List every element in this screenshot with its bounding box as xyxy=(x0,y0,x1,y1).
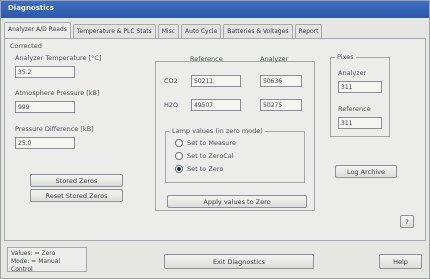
row2-label: H2O xyxy=(164,101,179,109)
bottom-bar: Values: = Zero Mode: = Manual Control Ex… xyxy=(4,244,426,277)
exit-diagnostics-button[interactable]: Exit Diagnostics xyxy=(164,254,314,269)
reference-column-header: Reference xyxy=(190,55,223,63)
pressure-difference-field: 25.0 xyxy=(15,137,75,149)
row2-analyzer-field: 50275 xyxy=(260,99,302,111)
radio-set-to-zerocal-label: Set to ZeroCal xyxy=(187,152,234,160)
help-button[interactable]: Help xyxy=(379,254,422,269)
diagnostics-window: Diagnostics Analyzer A/D Reads Temperatu… xyxy=(0,0,430,279)
analyzer-column-header: Analyzer xyxy=(260,55,289,63)
tab-analyzer-ad-reads[interactable]: Analyzer A/D Reads xyxy=(4,22,71,38)
pixes-reference-label: Reference xyxy=(338,105,371,113)
pixes-reference-field: 311 xyxy=(338,117,382,129)
pixes-analyzer-label: Analyzer xyxy=(338,69,367,77)
status-panel: Values: = Zero Mode: = Manual Control xyxy=(7,247,87,273)
analyzer-temperature-label: Analyzer Temperature [°C] xyxy=(15,54,102,62)
row1-reference-field: 50211 xyxy=(191,75,241,87)
radio-set-to-zero[interactable] xyxy=(175,165,183,173)
analyzer-temperature-field: 35.2 xyxy=(15,66,75,78)
status-mode: Mode: = Manual Control xyxy=(11,258,61,273)
atmosphere-pressure-label: Atmosphere Pressure [kB] xyxy=(15,89,100,97)
row1-analyzer-field: 50636 xyxy=(260,75,302,87)
pixes-analyzer-field: 311 xyxy=(338,81,382,93)
radio-set-to-zerocal[interactable] xyxy=(175,152,183,160)
tab-auto-cycle[interactable]: Auto Cycle xyxy=(181,24,222,38)
help-small-button[interactable]: ? xyxy=(400,215,414,228)
log-archive-button[interactable]: Log Archive xyxy=(335,165,397,178)
radio-set-to-measure[interactable] xyxy=(175,139,183,147)
tab-strip: Analyzer A/D Reads Temperature & PLC Sta… xyxy=(4,22,426,38)
pixes-group-title: Pixes xyxy=(335,53,356,61)
row2-reference-field: 49507 xyxy=(191,99,241,111)
radio-set-to-measure-label: Set to Measure xyxy=(187,139,236,147)
tab-temperature-plc-stats[interactable]: Temperature & PLC Stats xyxy=(72,24,156,38)
tab-panel: Corrected Analyzer Temperature [°C] 35.2… xyxy=(4,38,426,241)
stored-zeros-button[interactable]: Stored Zeros xyxy=(30,174,123,187)
apply-values-to-zero-button[interactable]: Apply values to Zero xyxy=(167,195,307,208)
row1-label: CO2 xyxy=(164,77,178,85)
reset-stored-zeros-button[interactable]: Reset Stored Zeros xyxy=(30,189,123,202)
corrected-group-label: Corrected xyxy=(10,42,42,50)
atmosphere-pressure-field: 999 xyxy=(15,101,75,113)
lamp-radio-group-title: Lamp values (in zero mode) xyxy=(170,127,265,135)
tab-misc[interactable]: Misc xyxy=(157,24,180,38)
tab-report[interactable]: Report xyxy=(294,24,323,38)
pressure-difference-label: Pressure Difference [kB] xyxy=(15,125,94,133)
tab-batteries-voltages[interactable]: Batteries & Voltages xyxy=(223,24,293,38)
radio-set-to-zero-label: Set to Zero xyxy=(187,165,224,173)
window-title: Diagnostics xyxy=(1,1,429,18)
status-values: Values: = Zero xyxy=(11,250,56,257)
